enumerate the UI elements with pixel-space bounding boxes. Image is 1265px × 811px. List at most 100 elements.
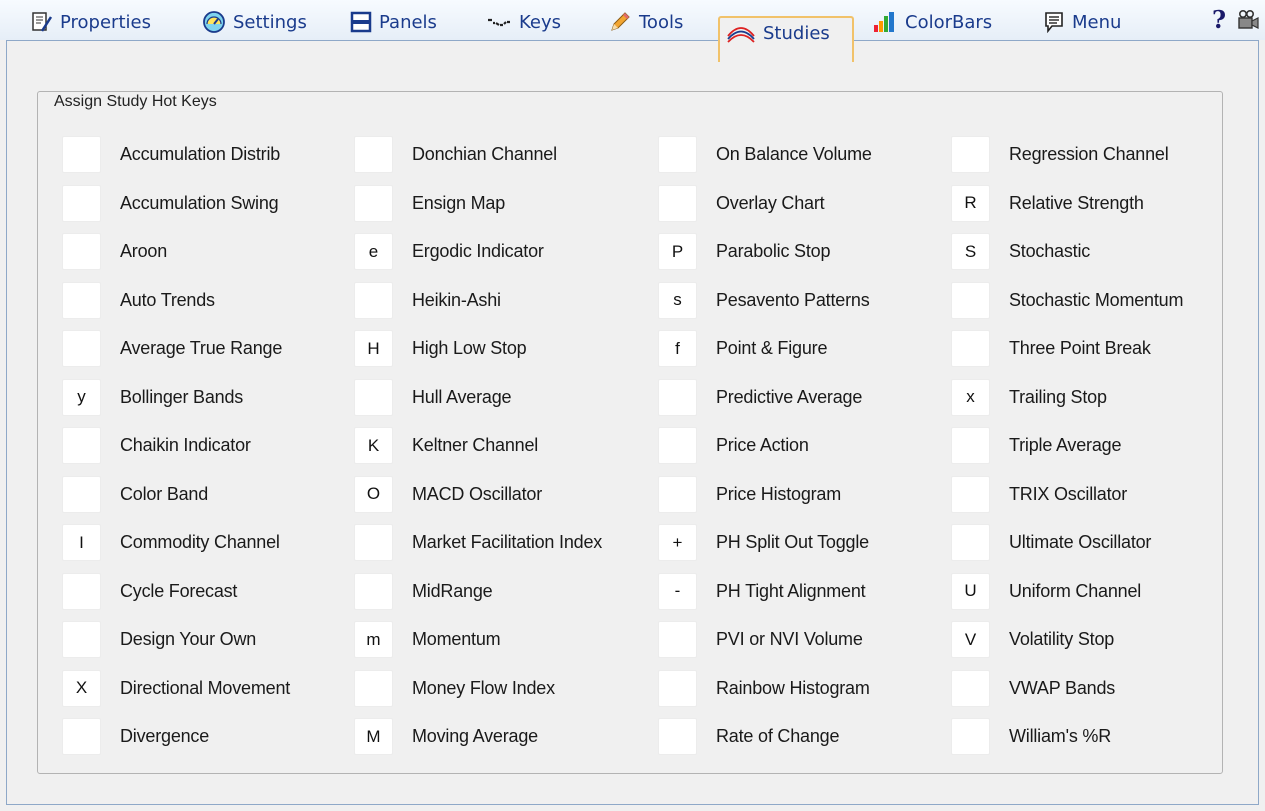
tab-tools[interactable]: Tools <box>602 6 689 38</box>
hotkey-input[interactable] <box>951 524 990 561</box>
hotkey-input[interactable]: S <box>951 233 990 270</box>
study-label: Trailing Stop <box>1009 386 1107 407</box>
study-label: Relative Strength <box>1009 192 1144 213</box>
hotkey-input[interactable] <box>658 378 697 416</box>
study-label: Stochastic <box>1009 241 1091 261</box>
hotkey-input[interactable]: O <box>354 475 393 513</box>
hotkey-input[interactable]: V <box>951 621 990 658</box>
menu-icon <box>1043 11 1065 33</box>
hotkey-input[interactable] <box>658 136 697 173</box>
hotkey-input[interactable] <box>951 330 990 367</box>
keys-icon <box>486 11 512 33</box>
hotkey-input[interactable]: R <box>951 184 990 222</box>
hotkey-input[interactable] <box>354 378 393 416</box>
tab-colorbars[interactable]: ColorBars <box>866 6 998 38</box>
study-label: Market Facilitation Index <box>412 532 603 552</box>
hotkey-input[interactable]: U <box>951 572 990 610</box>
hotkey-input[interactable] <box>658 621 697 658</box>
study-label: Bollinger Bands <box>120 386 244 407</box>
study-label: Ergodic Indicator <box>412 241 544 261</box>
study-label: Divergence <box>120 726 210 746</box>
hotkey-input[interactable]: m <box>354 621 393 658</box>
tab-menu[interactable]: Menu <box>1037 6 1127 38</box>
pencil-icon <box>608 10 632 34</box>
hotkey-input[interactable] <box>62 572 101 610</box>
hotkey-input[interactable] <box>62 233 101 270</box>
study-label: William's %R <box>1009 726 1112 746</box>
study-label: On Balance Volume <box>716 144 872 164</box>
hotkey-input[interactable]: x <box>951 378 990 416</box>
hotkey-input[interactable] <box>354 136 393 173</box>
study-label: Donchian Channel <box>412 144 557 164</box>
study-label: Money Flow Index <box>412 677 555 698</box>
study-label: TRIX Oscillator <box>1009 483 1128 504</box>
tab-label: Keys <box>519 11 562 33</box>
hotkey-input[interactable] <box>62 184 101 222</box>
hotkey-input[interactable] <box>62 475 101 513</box>
hotkey-input[interactable] <box>62 621 101 658</box>
hotkey-input[interactable] <box>62 330 101 367</box>
hotkey-input[interactable] <box>658 475 697 513</box>
study-label: Design Your Own <box>120 629 257 649</box>
hotkey-input[interactable]: f <box>658 330 697 367</box>
hotkey-input[interactable]: M <box>354 718 393 755</box>
hotkey-input[interactable]: P <box>658 233 697 270</box>
video-camera-icon[interactable] <box>1236 8 1260 36</box>
study-label: Accumulation Distrib <box>120 144 281 164</box>
study-label: Aroon <box>120 241 168 261</box>
study-label: Overlay Chart <box>716 192 825 213</box>
study-label: Stochastic Momentum <box>1009 289 1184 310</box>
hotkey-input[interactable] <box>951 136 990 173</box>
hotkey-input[interactable] <box>62 281 101 319</box>
hotkey-input[interactable] <box>354 669 393 707</box>
hotkey-input[interactable] <box>62 136 101 173</box>
hotkey-input[interactable] <box>354 184 393 222</box>
hotkey-input[interactable] <box>658 427 697 464</box>
help-button[interactable]: ? <box>1208 6 1230 34</box>
hotkey-input[interactable] <box>62 427 101 464</box>
hotkey-input[interactable] <box>951 669 990 707</box>
hotkey-input[interactable] <box>354 281 393 319</box>
hotkey-input[interactable] <box>62 718 101 755</box>
hotkey-input[interactable] <box>951 475 990 513</box>
hotkey-input[interactable]: K <box>354 427 393 464</box>
tab-label: Properties <box>60 11 151 33</box>
tab-label: Studies <box>763 22 830 44</box>
hotkey-input[interactable] <box>658 718 697 755</box>
toolbar: Properties Settings Panels Keys Tools St… <box>0 0 1265 62</box>
tab-studies[interactable]: Studies <box>718 16 854 62</box>
hotkey-input[interactable]: s <box>658 281 697 319</box>
group-title: Assign Study Hot Keys <box>52 93 219 111</box>
study-label: MACD Oscillator <box>412 483 543 504</box>
hotkey-input[interactable]: I <box>62 524 101 561</box>
tab-panels[interactable]: Panels <box>344 6 443 38</box>
study-label: Point & Figure <box>716 338 828 358</box>
hotkey-input[interactable]: X <box>62 669 101 707</box>
study-label: Hull Average <box>412 386 512 407</box>
studies-icon <box>726 22 756 44</box>
tab-properties[interactable]: Properties <box>25 6 157 38</box>
hotkey-input[interactable] <box>951 718 990 755</box>
study-label: Predictive Average <box>716 386 863 407</box>
study-label: Directional Movement <box>120 677 291 698</box>
study-label: Parabolic Stop <box>716 241 831 261</box>
hotkey-input[interactable]: - <box>658 572 697 610</box>
tab-keys[interactable]: Keys <box>480 6 567 38</box>
study-label: Triple Average <box>1009 435 1122 455</box>
study-label: Price Action <box>716 435 809 455</box>
hotkey-input[interactable] <box>354 524 393 561</box>
tab-label: Settings <box>233 11 307 33</box>
hotkey-input[interactable]: y <box>62 378 101 416</box>
hotkey-input[interactable] <box>658 184 697 222</box>
study-label: Moving Average <box>412 726 538 746</box>
hotkey-input[interactable] <box>354 572 393 610</box>
study-label: Rainbow Histogram <box>716 677 870 698</box>
hotkey-input[interactable] <box>951 281 990 319</box>
hotkey-input[interactable] <box>658 669 697 707</box>
hotkey-input[interactable]: + <box>658 524 697 561</box>
hotkey-input[interactable] <box>951 427 990 464</box>
hotkey-input[interactable]: H <box>354 330 393 367</box>
tab-settings[interactable]: Settings <box>196 6 313 38</box>
tab-label: Tools <box>639 11 684 33</box>
hotkey-input[interactable]: e <box>354 233 393 270</box>
